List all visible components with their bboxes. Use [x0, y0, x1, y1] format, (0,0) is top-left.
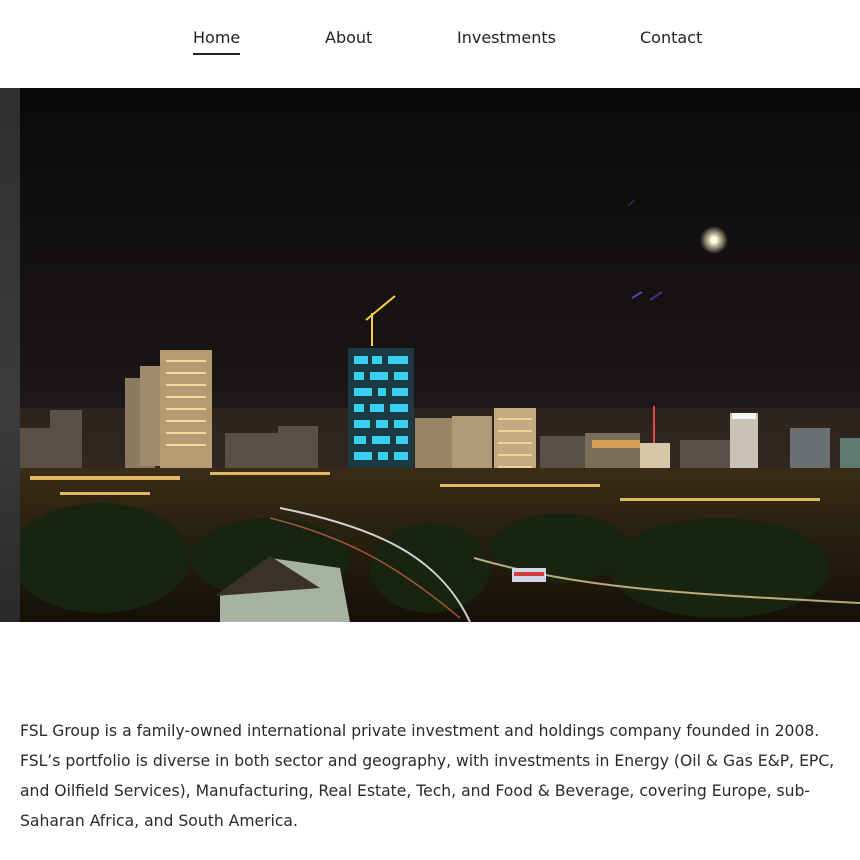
- nav-link-investments[interactable]: Investments: [457, 27, 556, 49]
- top-navigation: Home About Investments Contact: [0, 0, 860, 88]
- nav-link-about[interactable]: About: [325, 27, 372, 49]
- hero-left-edge: [0, 88, 20, 622]
- nav-link-home[interactable]: Home: [193, 27, 241, 55]
- intro-paragraph: FSL Group is a family-owned internationa…: [20, 722, 835, 830]
- city-skyline-illustration: [20, 88, 860, 622]
- nav-link-contact[interactable]: Contact: [640, 27, 702, 49]
- hero-image: [0, 88, 860, 622]
